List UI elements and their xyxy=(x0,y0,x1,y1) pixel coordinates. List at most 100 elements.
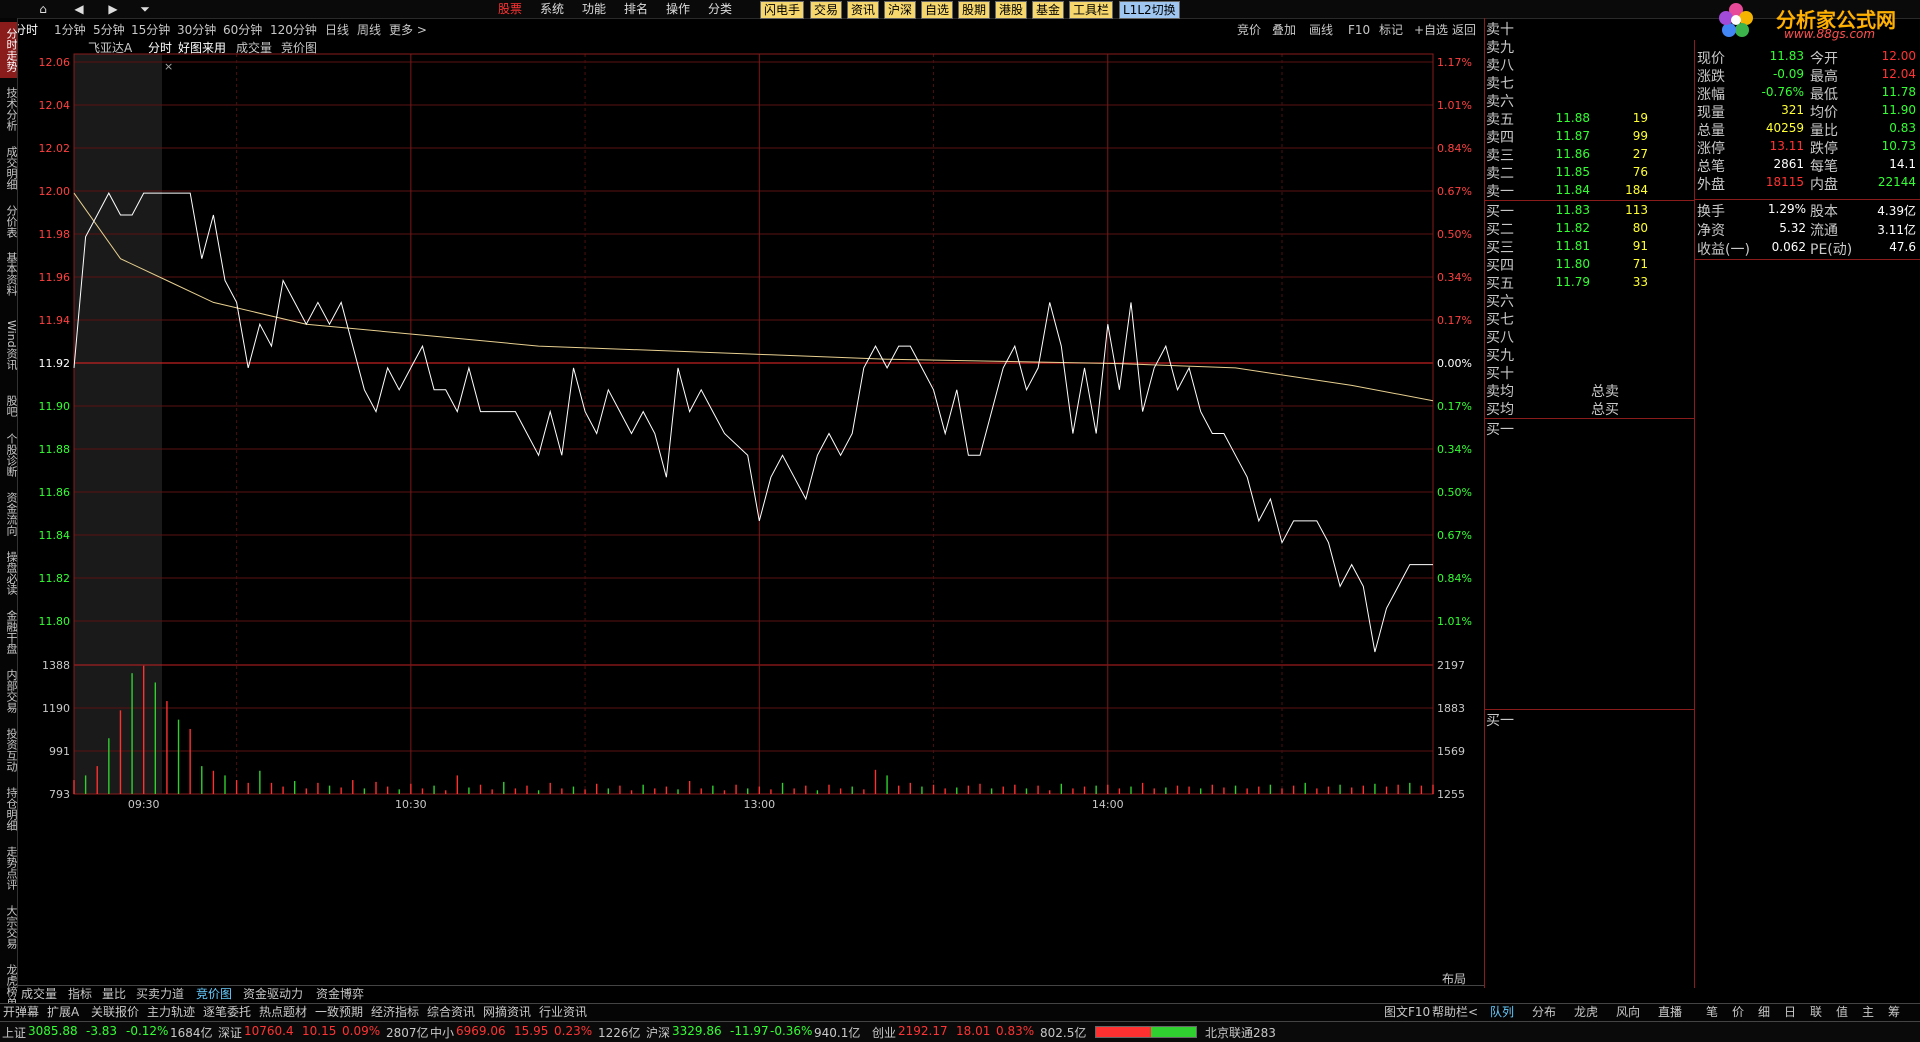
indicator-tab-4[interactable]: 竞价图 xyxy=(196,986,232,1002)
chart-header-item-1[interactable]: 成交量 xyxy=(236,40,272,55)
forward-icon[interactable]: ▶ xyxy=(100,0,126,18)
left-tab-13[interactable]: 持仓明细 xyxy=(0,781,18,837)
left-tab-8[interactable]: 资金流向 xyxy=(0,486,18,542)
dropdown-icon[interactable]: ⏷ xyxy=(132,0,158,18)
indicator-tab-3[interactable]: 买卖力道 xyxy=(136,986,184,1002)
right-tab-10[interactable]: 值 xyxy=(1836,1004,1848,1020)
left-tab-2[interactable]: 成交明细 xyxy=(0,140,18,196)
extension-tab-1[interactable]: 扩展A xyxy=(47,1004,79,1020)
menu-system[interactable]: 系统 xyxy=(540,0,564,18)
chart-button-2[interactable]: 画线 xyxy=(1309,20,1333,40)
extension-tab-9[interactable]: 网摘资讯 xyxy=(483,1004,531,1020)
menu-function[interactable]: 功能 xyxy=(582,0,606,18)
toolbar-button-7[interactable]: 基金 xyxy=(1032,1,1065,19)
left-tab-11[interactable]: 内部交易 xyxy=(0,663,18,719)
chart-button-5[interactable]: +自选 xyxy=(1414,20,1448,40)
period-tab-1[interactable]: 1分钟 xyxy=(54,20,86,40)
extension-tab-7[interactable]: 经济指标 xyxy=(371,1004,419,1020)
toolbar-button-1[interactable]: 交易 xyxy=(810,1,843,19)
right-tab-6[interactable]: 价 xyxy=(1732,1004,1744,1020)
right-tab-9[interactable]: 联 xyxy=(1810,1004,1822,1020)
toolbar-button-6[interactable]: 港股 xyxy=(995,1,1028,19)
period-tab-2[interactable]: 5分钟 xyxy=(93,20,125,40)
index-name[interactable]: 中小 xyxy=(430,1024,454,1041)
sell-level-price[interactable]: 11.86 xyxy=(1540,147,1590,161)
buy-level-price[interactable]: 11.81 xyxy=(1540,239,1590,253)
left-tab-0[interactable]: 分时走势 xyxy=(0,22,18,78)
toolbar-button-4[interactable]: 自选 xyxy=(921,1,954,19)
left-tab-9[interactable]: 操盘必读 xyxy=(0,545,18,601)
close-icon[interactable]: × xyxy=(164,60,173,73)
menu-stock[interactable]: 股票 xyxy=(498,0,522,18)
sell-level-price[interactable]: 11.88 xyxy=(1540,111,1590,125)
sell-level-price[interactable]: 11.85 xyxy=(1540,165,1590,179)
left-tab-6[interactable]: 股吧 xyxy=(0,388,18,424)
buy-level-price[interactable]: 11.79 xyxy=(1540,275,1590,289)
left-tab-15[interactable]: 大宗交易 xyxy=(0,899,18,955)
left-tab-12[interactable]: 投资互动 xyxy=(0,722,18,778)
chart-button-1[interactable]: 叠加 xyxy=(1272,20,1296,40)
extension-tab-6[interactable]: 一致预期 xyxy=(315,1004,363,1020)
sell-level-price[interactable]: 11.87 xyxy=(1540,129,1590,143)
indicator-tab-6[interactable]: 资金博弈 xyxy=(316,986,364,1002)
extension-tab-0[interactable]: 开弹幕 xyxy=(3,1004,39,1020)
chart-button-6[interactable]: 返回 xyxy=(1452,20,1476,40)
toolbar-button-2[interactable]: 资讯 xyxy=(847,1,880,19)
indicator-tab-1[interactable]: 指标 xyxy=(68,986,92,1002)
menu-category[interactable]: 分类 xyxy=(708,0,732,18)
index-name[interactable]: 上证 xyxy=(2,1024,26,1041)
period-tab-6[interactable]: 120分钟 xyxy=(270,20,317,40)
extension-tab-5[interactable]: 热点题材 xyxy=(259,1004,307,1020)
left-tab-4[interactable]: 基本资料 xyxy=(0,246,18,302)
index-name[interactable]: 沪深 xyxy=(646,1024,670,1041)
help-bar-button[interactable]: 帮助栏< xyxy=(1432,1004,1478,1020)
chart-header-item-0[interactable]: 好图来用 xyxy=(178,41,226,55)
back-icon[interactable]: ◀ xyxy=(66,0,92,18)
menu-rank[interactable]: 排名 xyxy=(624,0,648,18)
buy-level-price[interactable]: 11.82 xyxy=(1540,221,1590,235)
period-tab-9[interactable]: 更多 > xyxy=(389,20,427,40)
right-tab-2[interactable]: 龙虎 xyxy=(1574,1004,1598,1020)
toolbar-button-0[interactable]: 闪电手 xyxy=(760,1,805,19)
period-tab-8[interactable]: 周线 xyxy=(357,20,381,40)
left-tab-1[interactable]: 技术分析 xyxy=(0,81,18,137)
extension-tab-3[interactable]: 主力轨迹 xyxy=(147,1004,195,1020)
left-tab-3[interactable]: 分价表 xyxy=(0,199,18,243)
home-icon[interactable]: ⌂ xyxy=(30,0,56,18)
period-tab-7[interactable]: 日线 xyxy=(325,20,349,40)
f10-button[interactable]: 图文F10 xyxy=(1384,1004,1430,1020)
extension-tab-8[interactable]: 综合资讯 xyxy=(427,1004,475,1020)
indicator-tab-0[interactable]: 成交量 xyxy=(21,986,57,1002)
right-tab-11[interactable]: 主 xyxy=(1862,1004,1874,1020)
right-tab-1[interactable]: 分布 xyxy=(1532,1004,1556,1020)
extension-tab-4[interactable]: 逐笔委托 xyxy=(203,1004,251,1020)
left-tab-7[interactable]: 个股诊断 xyxy=(0,427,18,483)
period-tab-5[interactable]: 60分钟 xyxy=(223,20,262,40)
toolbar-button-3[interactable]: 沪深 xyxy=(884,1,917,19)
right-tab-5[interactable]: 笔 xyxy=(1706,1004,1718,1020)
chart-header-item-2[interactable]: 竞价图 xyxy=(281,41,317,55)
extension-tab-2[interactable]: 关联报价 xyxy=(91,1004,139,1020)
toolbar-button-5[interactable]: 股期 xyxy=(958,1,991,19)
left-tab-10[interactable]: 金融干盘 xyxy=(0,604,18,660)
buy-level-price[interactable]: 11.80 xyxy=(1540,257,1590,271)
left-tab-14[interactable]: 走势点评 xyxy=(0,840,18,896)
period-tab-3[interactable]: 15分钟 xyxy=(131,20,170,40)
extension-tab-10[interactable]: 行业资讯 xyxy=(539,1004,587,1020)
toolbar-button-8[interactable]: 工具栏 xyxy=(1069,1,1114,19)
buy-level-price[interactable]: 11.83 xyxy=(1540,203,1590,217)
right-tab-0[interactable]: 队列 xyxy=(1490,1004,1514,1020)
menu-operate[interactable]: 操作 xyxy=(666,0,690,18)
toolbar-button-9[interactable]: L1L2切换 xyxy=(1119,1,1180,19)
index-name[interactable]: 深证 xyxy=(218,1024,242,1041)
chart-button-3[interactable]: F10 xyxy=(1348,20,1370,40)
right-tab-12[interactable]: 筹 xyxy=(1888,1004,1900,1020)
right-tab-7[interactable]: 细 xyxy=(1758,1004,1770,1020)
period-tab-4[interactable]: 30分钟 xyxy=(177,20,216,40)
left-tab-5[interactable]: Wind资讯 xyxy=(0,305,18,385)
sell-level-price[interactable]: 11.84 xyxy=(1540,183,1590,197)
index-name[interactable]: 创业 xyxy=(872,1024,896,1041)
chart-button-4[interactable]: 标记 xyxy=(1379,20,1403,40)
right-tab-3[interactable]: 风向 xyxy=(1616,1004,1640,1020)
right-tab-8[interactable]: 日 xyxy=(1784,1004,1796,1020)
